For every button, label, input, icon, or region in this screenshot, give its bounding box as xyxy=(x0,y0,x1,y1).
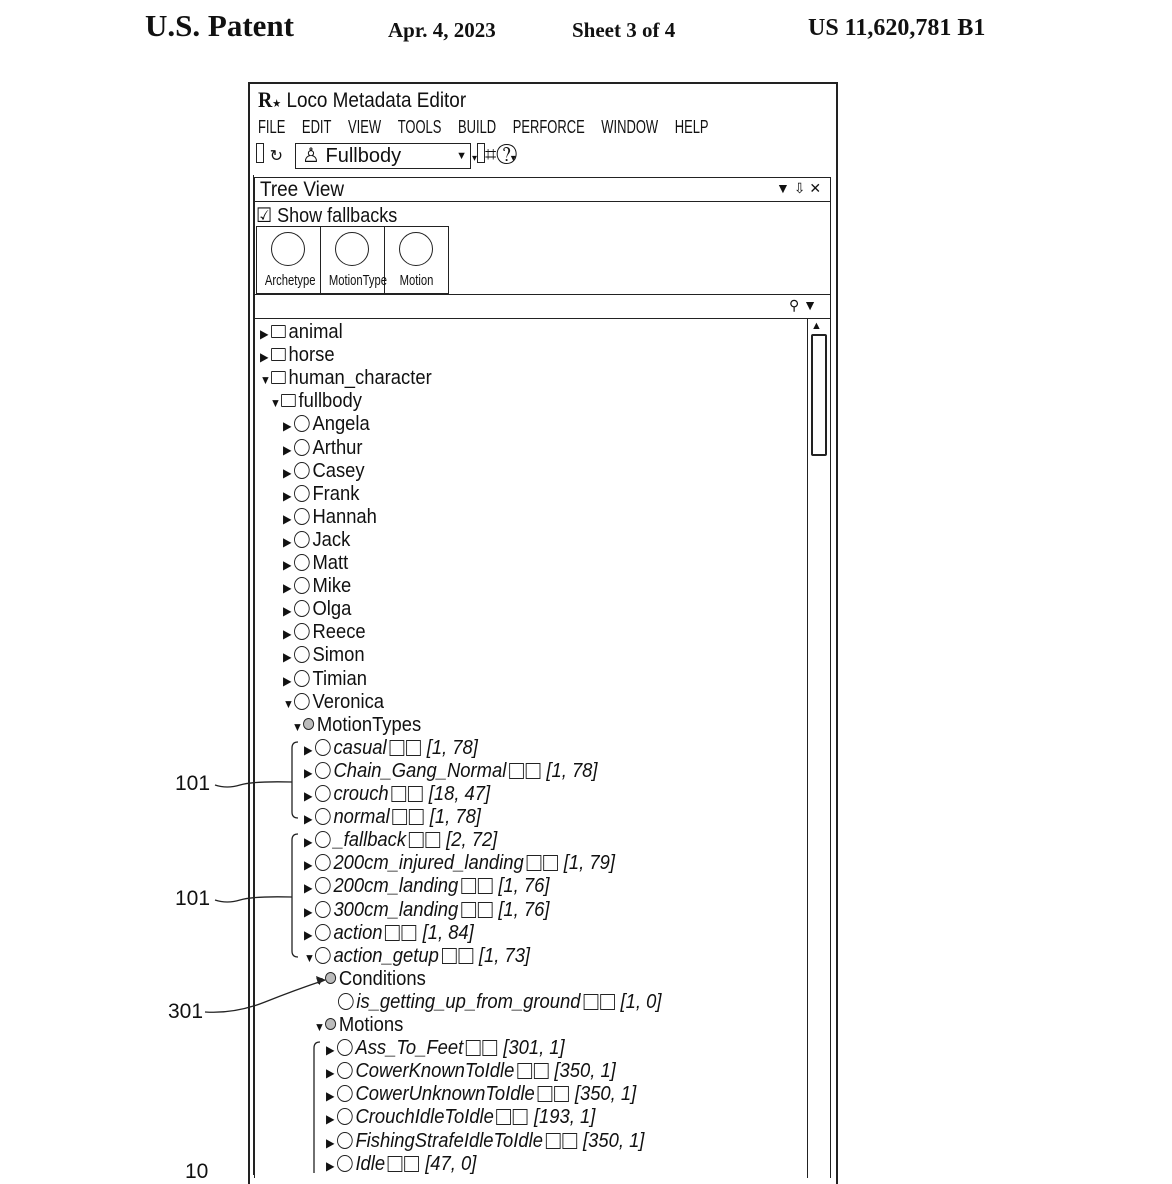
reference-leaders xyxy=(204,741,326,1173)
leader-line xyxy=(214,781,293,788)
bracket xyxy=(291,741,299,819)
leader-line xyxy=(204,979,326,1013)
reference-numeral: 301 xyxy=(168,1000,204,1023)
reference-numeral: 101 xyxy=(175,887,211,910)
bracket xyxy=(291,833,299,958)
reference-numeral: 10 xyxy=(185,1160,209,1183)
reference-numeral: 101 xyxy=(175,772,211,795)
leader-line xyxy=(214,896,293,903)
bracket xyxy=(313,1041,321,1173)
